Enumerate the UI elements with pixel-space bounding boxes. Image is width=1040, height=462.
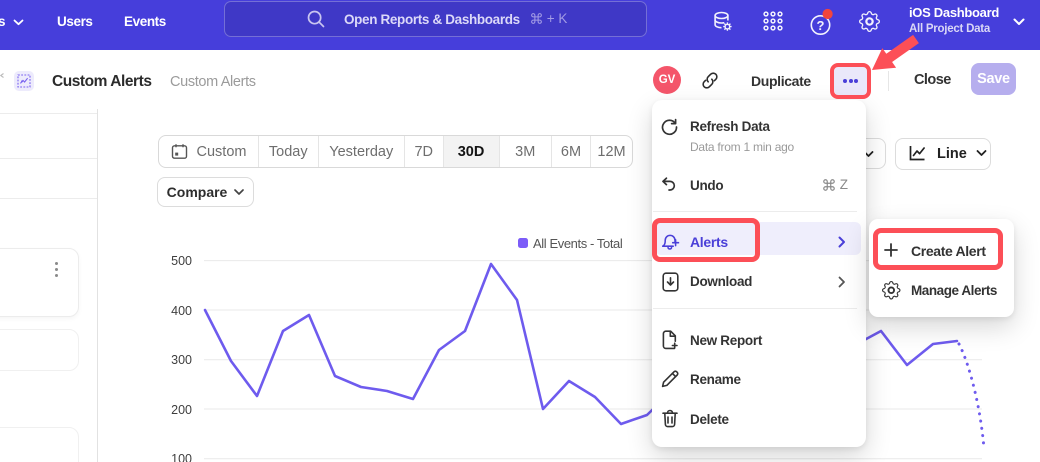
svg-text:?: ?: [817, 18, 825, 33]
